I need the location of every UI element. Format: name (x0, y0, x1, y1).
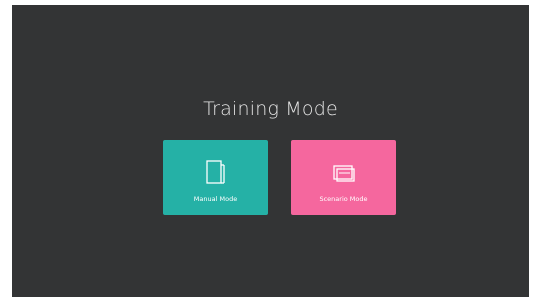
scenario-mode-label: Scenario Mode (319, 195, 368, 203)
document-icon (205, 160, 225, 184)
training-mode-screen: Training Mode Manual Mode Scenario Mode (12, 5, 529, 297)
page-title: Training Mode (203, 98, 338, 120)
manual-mode-button[interactable]: Manual Mode (163, 140, 268, 215)
scenario-mode-button[interactable]: Scenario Mode (291, 140, 396, 215)
stacked-screens-icon (332, 165, 355, 182)
manual-mode-label: Manual Mode (193, 195, 238, 203)
